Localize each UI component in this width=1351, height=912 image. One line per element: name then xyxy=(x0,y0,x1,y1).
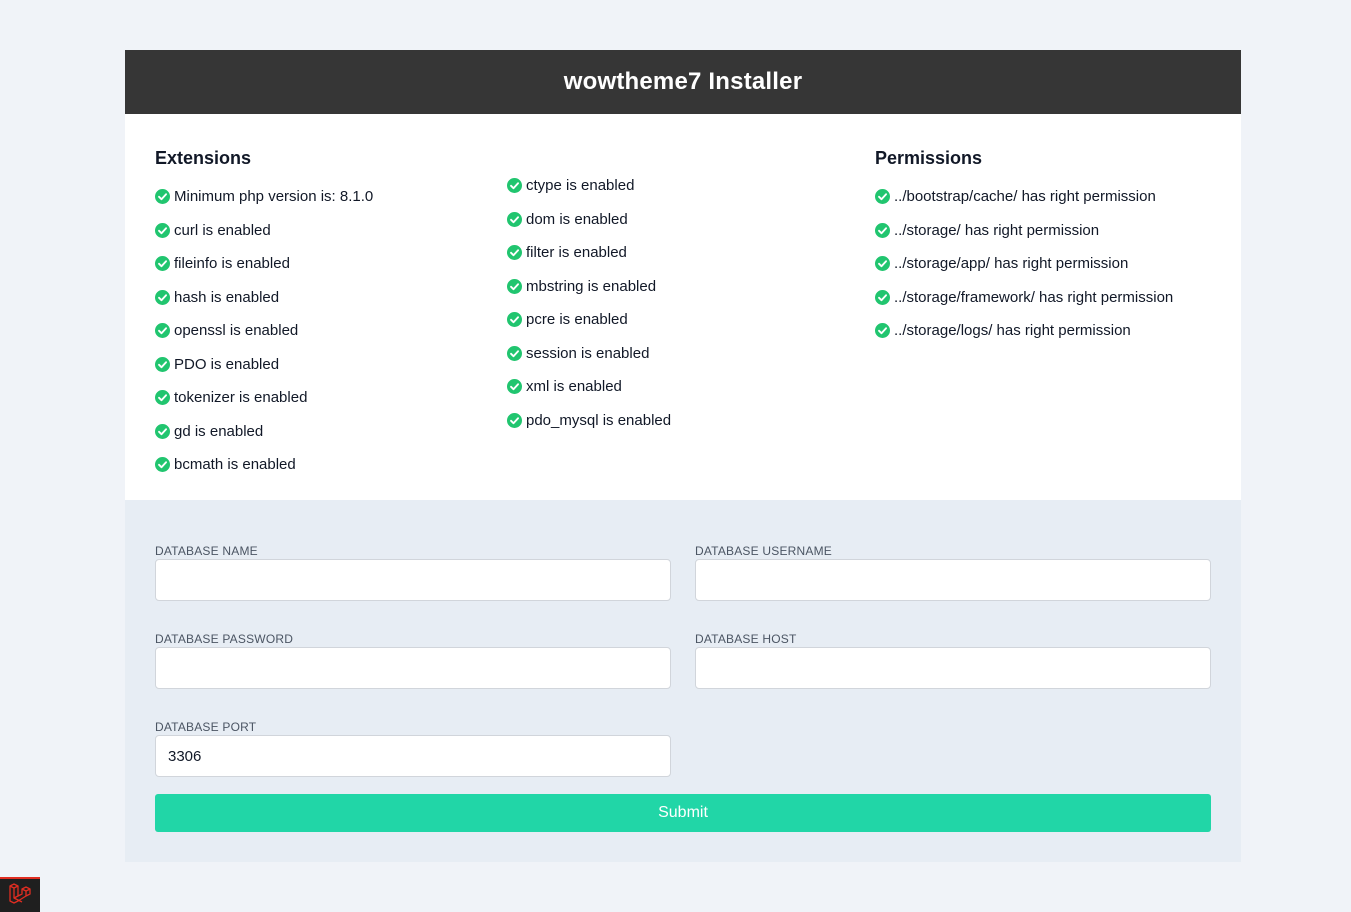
db-name-label: DATABASE NAME xyxy=(155,544,258,558)
db-username-field: DATABASE USERNAME xyxy=(695,543,1211,601)
db-username-input[interactable] xyxy=(695,559,1211,601)
check-item: Minimum php version is: 8.1.0 xyxy=(155,180,373,214)
check-circle-icon xyxy=(875,222,890,238)
check-item-label: xml is enabled xyxy=(526,378,622,396)
permissions-list: ../bootstrap/cache/ has right permission… xyxy=(875,180,1173,348)
db-name-field: DATABASE NAME xyxy=(155,543,671,601)
check-circle-icon xyxy=(155,390,170,406)
laravel-logo-icon xyxy=(8,882,32,909)
installer-header: wowtheme7 Installer xyxy=(125,50,1241,114)
db-host-field: DATABASE HOST xyxy=(695,631,1211,689)
extensions-title: Extensions xyxy=(155,148,252,168)
check-item-label: hash is enabled xyxy=(174,288,280,306)
extensions-column-1: Extensions Minimum php version is: 8.1.0… xyxy=(155,148,373,482)
check-item: ctype is enabled xyxy=(507,169,671,203)
check-item: mbstring is enabled xyxy=(507,270,671,304)
check-circle-icon xyxy=(155,222,170,238)
db-password-label: DATABASE PASSWORD xyxy=(155,632,294,646)
check-item: ../storage/framework/ has right permissi… xyxy=(875,281,1173,315)
check-item: fileinfo is enabled xyxy=(155,247,373,281)
check-circle-icon xyxy=(875,289,890,305)
check-circle-icon xyxy=(155,423,170,439)
check-circle-icon xyxy=(875,189,890,205)
check-circle-icon xyxy=(875,323,890,339)
check-circle-icon xyxy=(155,289,170,305)
db-port-input[interactable] xyxy=(155,735,671,777)
check-item-label: ctype is enabled xyxy=(526,177,635,195)
check-item-label: pcre is enabled xyxy=(526,311,628,329)
check-item: tokenizer is enabled xyxy=(155,381,373,415)
check-item-label: curl is enabled xyxy=(174,221,271,239)
db-username-label: DATABASE USERNAME xyxy=(695,544,832,558)
check-item: pdo_mysql is enabled xyxy=(507,404,671,438)
check-item: ../storage/app/ has right permission xyxy=(875,247,1173,281)
check-circle-icon xyxy=(507,178,522,194)
check-item-label: ../bootstrap/cache/ has right permission xyxy=(894,188,1156,206)
db-port-field: DATABASE PORT xyxy=(155,719,671,777)
check-circle-icon xyxy=(875,256,890,272)
check-item: hash is enabled xyxy=(155,281,373,315)
check-item: ../storage/logs/ has right permission xyxy=(875,314,1173,348)
check-item-label: bcmath is enabled xyxy=(174,456,296,474)
check-item-label: ../storage/ has right permission xyxy=(894,221,1100,239)
check-item-label: mbstring is enabled xyxy=(526,277,657,295)
db-password-field: DATABASE PASSWORD xyxy=(155,631,671,689)
check-item: dom is enabled xyxy=(507,203,671,237)
check-circle-icon xyxy=(507,379,522,395)
db-name-input[interactable] xyxy=(155,559,671,601)
check-item: session is enabled xyxy=(507,337,671,371)
check-item-label: ../storage/logs/ has right permission xyxy=(894,322,1131,340)
db-port-label: DATABASE PORT xyxy=(155,720,257,734)
check-item-label: pdo_mysql is enabled xyxy=(526,411,672,429)
requirements-section: Extensions Minimum php version is: 8.1.0… xyxy=(125,114,1241,500)
check-circle-icon xyxy=(507,312,522,328)
check-circle-icon xyxy=(507,278,522,294)
check-circle-icon xyxy=(507,245,522,261)
check-item: ../storage/ has right permission xyxy=(875,214,1173,248)
check-item-label: dom is enabled xyxy=(526,210,628,228)
extensions-list-1: Minimum php version is: 8.1.0 curl is ena… xyxy=(155,180,373,482)
db-host-label: DATABASE HOST xyxy=(695,632,797,646)
check-item-label: openssl is enabled xyxy=(174,322,299,340)
check-item-label: tokenizer is enabled xyxy=(174,389,308,407)
check-item: xml is enabled xyxy=(507,370,671,404)
check-item: PDO is enabled xyxy=(155,348,373,382)
laravel-debugbar-toggle[interactable] xyxy=(0,877,40,912)
check-item: filter is enabled xyxy=(507,236,671,270)
check-circle-icon xyxy=(155,189,170,205)
installer-card: wowtheme7 Installer Extensions Minimum p… xyxy=(125,50,1241,862)
check-item: openssl is enabled xyxy=(155,314,373,348)
check-circle-icon xyxy=(155,323,170,339)
check-circle-icon xyxy=(507,412,522,428)
check-circle-icon xyxy=(155,457,170,473)
check-circle-icon xyxy=(507,211,522,227)
db-host-input[interactable] xyxy=(695,647,1211,689)
db-password-input[interactable] xyxy=(155,647,671,689)
extensions-column-2: ctype is enabled dom is enabled filter is … xyxy=(507,169,671,437)
check-item-label: PDO is enabled xyxy=(174,355,280,373)
page-title: wowtheme7 Installer xyxy=(563,68,803,95)
check-item-label: Minimum php version is: 8.1.0 xyxy=(174,188,374,206)
check-item: curl is enabled xyxy=(155,214,373,248)
permissions-title: Permissions xyxy=(875,148,983,168)
check-item: pcre is enabled xyxy=(507,303,671,337)
check-item: gd is enabled xyxy=(155,415,373,449)
extensions-list-2: ctype is enabled dom is enabled filter is … xyxy=(507,169,671,437)
check-circle-icon xyxy=(155,356,170,372)
submit-button[interactable]: Submit xyxy=(155,794,1211,832)
check-item-label: gd is enabled xyxy=(174,422,264,440)
check-item-label: fileinfo is enabled xyxy=(174,255,290,273)
check-item: bcmath is enabled xyxy=(155,448,373,482)
check-item-label: filter is enabled xyxy=(526,244,627,262)
check-circle-icon xyxy=(155,256,170,272)
check-circle-icon xyxy=(507,345,522,361)
permissions-column: Permissions ../bootstrap/cache/ has righ… xyxy=(875,148,1173,348)
check-item: ../bootstrap/cache/ has right permission xyxy=(875,180,1173,214)
check-item-label: ../storage/framework/ has right permissi… xyxy=(894,288,1174,306)
database-form: DATABASE NAME DATABASE USERNAME DATABASE… xyxy=(125,500,1241,862)
check-item-label: session is enabled xyxy=(526,344,650,362)
check-item-label: ../storage/app/ has right permission xyxy=(894,255,1129,273)
